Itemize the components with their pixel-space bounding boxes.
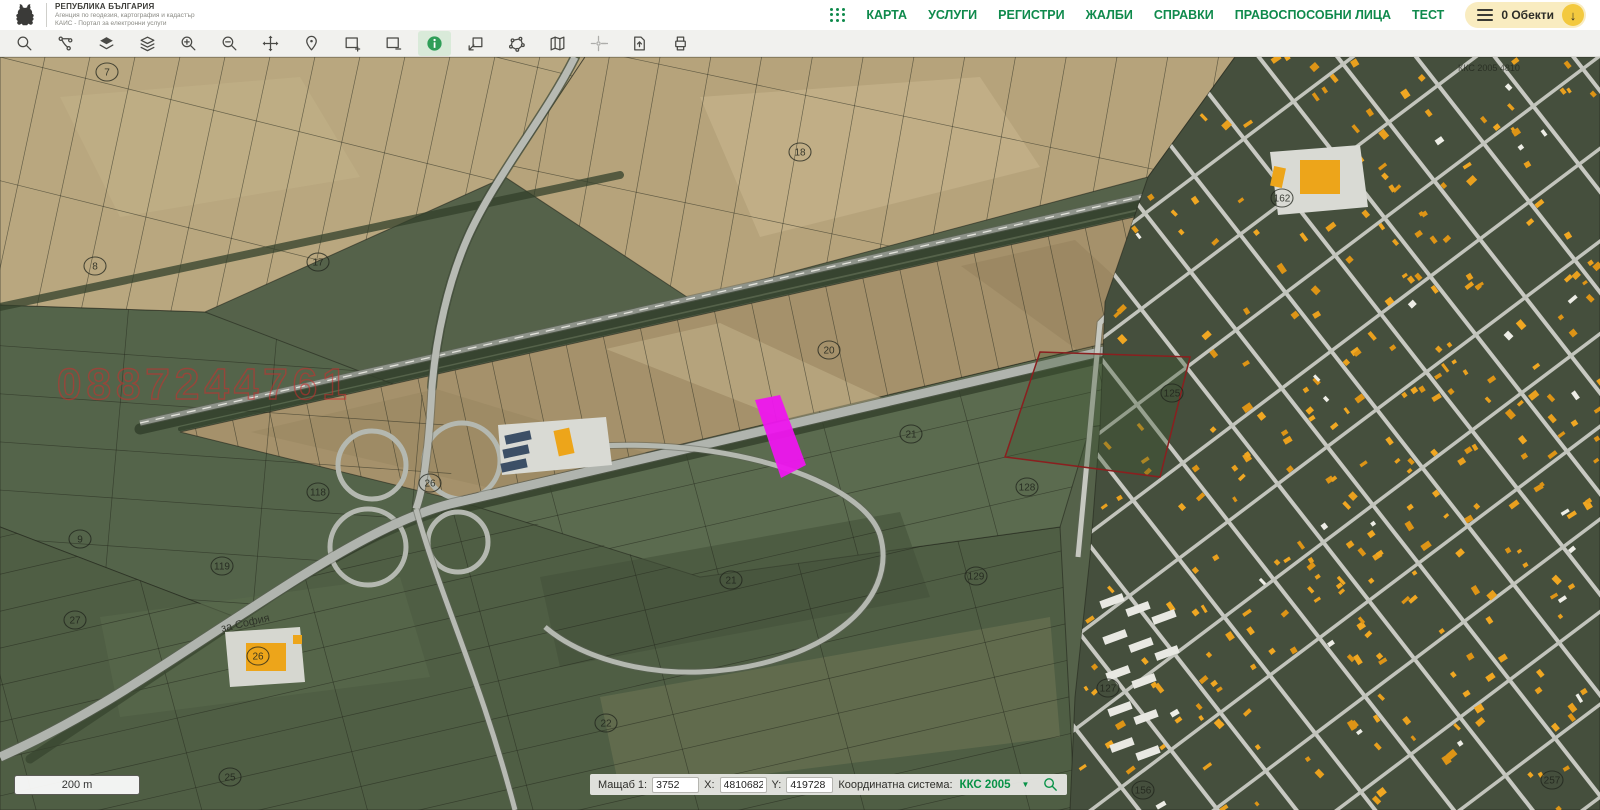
parcel-number-label: 25	[224, 773, 236, 784]
parcel-number-label: 9	[77, 535, 83, 546]
tool-export-icon[interactable]	[623, 31, 656, 56]
parcel-number-label: 156	[1135, 786, 1152, 797]
parcel-number-label: 18	[794, 148, 806, 159]
tool-previous-extent-icon[interactable]	[459, 31, 492, 56]
main-nav: КАРТА УСЛУГИ РЕГИСТРИ ЖАЛБИ СПРАВКИ ПРАВОСПОС…	[830, 2, 1586, 28]
parcel-number-label: 26	[424, 479, 436, 490]
status-bar: Мащаб 1: X: Y: Координатна система: ККС …	[590, 774, 1067, 795]
apps-grid-icon[interactable]	[830, 8, 845, 23]
parcel-number-label: 21	[905, 430, 917, 441]
nav-item-карта[interactable]: КАРТА	[866, 8, 907, 22]
menu-icon	[1477, 9, 1493, 21]
crs-label: Координатна система:	[838, 779, 952, 791]
brand-title: РЕПУБЛИКА БЪЛГАРИЯ	[55, 2, 195, 12]
y-label: Y:	[772, 779, 782, 791]
parcel-number-label: 129	[968, 572, 985, 583]
tool-route-icon[interactable]	[49, 31, 82, 56]
tool-map-sheets-icon[interactable]	[541, 31, 574, 56]
parcel-number-label: 27	[69, 616, 81, 627]
parcel-number-label: 7	[104, 68, 110, 79]
objects-count-label: 0 Обекти	[1501, 8, 1554, 22]
nav-item-правоспособни-лица[interactable]: ПРАВОСПОСОБНИ ЛИЦА	[1235, 8, 1391, 22]
kais-portal: РЕПУБЛИКА БЪЛГАРИЯ Агенция по геодезия, …	[0, 0, 1600, 810]
map-toolbar	[0, 30, 1600, 57]
scale-bar-label: 200 m	[62, 779, 93, 791]
parcel-number-label: 21	[725, 576, 737, 587]
parcel-number-label: 118	[310, 488, 326, 499]
y-coordinate-input[interactable]	[786, 777, 833, 793]
scale-label: Мащаб 1:	[598, 779, 647, 791]
tool-layers-filled-icon[interactable]	[90, 31, 123, 56]
watermark-phone-number: 0887244761	[57, 360, 352, 409]
nav-item-жалби[interactable]: ЖАЛБИ	[1086, 8, 1133, 22]
tool-location-icon[interactable]	[295, 31, 328, 56]
crs-dropdown-caret[interactable]: ▼	[1022, 780, 1030, 789]
parcel-number-label: 162	[1274, 194, 1291, 205]
grid-coordinate-label: ККС 2005 4810	[1458, 63, 1520, 73]
x-label: X:	[704, 779, 714, 791]
parcel-number-label: 128	[1019, 483, 1036, 494]
parcel-number-label: 125	[1164, 389, 1181, 400]
tool-snap-crosshair-icon	[582, 31, 615, 56]
tool-zoom-rect-in-icon[interactable]	[336, 31, 369, 56]
map-viewport[interactable]: 7 18 17 8 20 21 125 128 129 9 118 119 26 27 26 21 22 25 12…	[0, 57, 1600, 810]
tool-print-icon[interactable]	[664, 31, 697, 56]
tool-zoom-out-icon[interactable]	[213, 31, 246, 56]
download-arrow-icon[interactable]: ↓	[1562, 4, 1584, 26]
scale-bar: 200 m	[14, 775, 140, 795]
tool-select-polygon-icon[interactable]	[500, 31, 533, 56]
brand-subtitle-1: Агенция по геодезия, картография и кадас…	[55, 12, 195, 20]
objects-button[interactable]: 0 Обекти ↓	[1465, 2, 1586, 28]
header: РЕПУБЛИКА БЪЛГАРИЯ Агенция по геодезия, …	[0, 0, 1600, 30]
nav-item-регистри[interactable]: РЕГИСТРИ	[998, 8, 1064, 22]
tool-layers-icon[interactable]	[131, 31, 164, 56]
tool-zoom-rect-out-icon[interactable]	[377, 31, 410, 56]
brand-text: РЕПУБЛИКА БЪЛГАРИЯ Агенция по геодезия, …	[55, 2, 195, 28]
brand-divider	[46, 3, 47, 27]
parcel-number-label: 17	[312, 258, 324, 269]
brand: РЕПУБЛИКА БЪЛГАРИЯ Агенция по геодезия, …	[12, 2, 195, 28]
crs-selected-value[interactable]: ККС 2005	[960, 779, 1011, 791]
coat-of-arms-logo	[12, 2, 38, 28]
parcel-number-label: 26	[252, 652, 264, 663]
tool-pan-icon[interactable]	[254, 31, 287, 56]
nav-item-услуги[interactable]: УСЛУГИ	[928, 8, 977, 22]
coordinate-search-icon[interactable]	[1042, 776, 1059, 793]
tool-zoom-in-icon[interactable]	[172, 31, 205, 56]
parcel-number-label: 20	[823, 346, 835, 357]
satellite-cadastral-map[interactable]: 7 18 17 8 20 21 125 128 129 9 118 119 26 27 26 21 22 25 12…	[0, 57, 1600, 810]
brand-subtitle-2: КАИС - Портал за електронни услуги	[55, 20, 195, 28]
parcel-number-label: 22	[600, 719, 612, 730]
scale-input[interactable]	[652, 777, 699, 793]
tool-info-icon[interactable]	[418, 31, 451, 56]
parcel-number-label: 119	[214, 562, 230, 573]
nav-item-справки[interactable]: СПРАВКИ	[1154, 8, 1214, 22]
tool-search-icon[interactable]	[8, 31, 41, 56]
parcel-number-label: 127	[1100, 684, 1117, 695]
x-coordinate-input[interactable]	[720, 777, 767, 793]
parcel-number-label: 8	[92, 262, 98, 273]
parcel-number-label: 257	[1544, 776, 1561, 787]
nav-item-тест[interactable]: ТЕСТ	[1412, 8, 1444, 22]
